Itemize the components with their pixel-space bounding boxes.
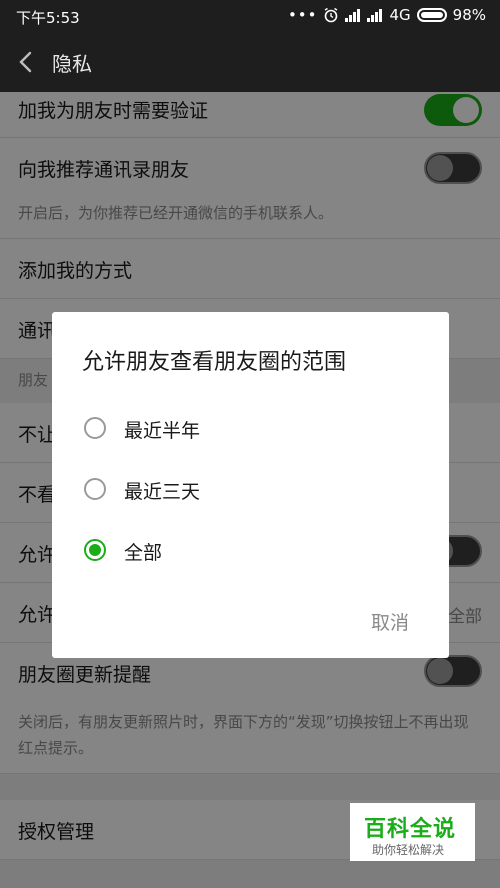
dialog-title: 允许朋友查看朋友圈的范围 [82,350,347,375]
option-all[interactable]: 全部 [82,530,412,570]
signal-icon [345,8,361,22]
status-icons: ••• 4G 98% [288,6,486,24]
radio-unchecked-icon[interactable] [84,478,106,500]
cancel-button[interactable]: 取消 [371,608,409,635]
battery-percent: 98% [452,6,486,24]
visibility-range-dialog: 允许朋友查看朋友圈的范围 最近半年 最近三天 全部 取消 [52,312,449,658]
status-bar: 下午5:53 ••• 4G 98% [0,0,500,32]
back-arrow-icon[interactable] [14,48,40,76]
title-bar: 隐私 [0,32,500,92]
option-label: 全部 [124,542,163,564]
radio-checked-icon[interactable] [84,539,106,561]
status-time: 下午5:53 [16,9,80,27]
battery-icon [416,8,447,22]
network-type: 4G [389,6,411,24]
alarm-icon [325,7,338,23]
signal-icon-2 [367,8,383,22]
option-label: 最近半年 [124,420,201,442]
page-title: 隐私 [52,52,92,76]
watermark-title: 百科全说 [364,817,457,842]
notification-dots-icon: ••• [287,6,318,24]
option-three-days[interactable]: 最近三天 [82,469,412,509]
option-label: 最近三天 [124,481,201,503]
watermark-subtitle: 助你轻松解决 [372,843,445,857]
option-half-year[interactable]: 最近半年 [82,408,412,448]
radio-unchecked-icon[interactable] [84,417,106,439]
watermark-logo: 百科全说 助你轻松解决 [350,803,475,861]
